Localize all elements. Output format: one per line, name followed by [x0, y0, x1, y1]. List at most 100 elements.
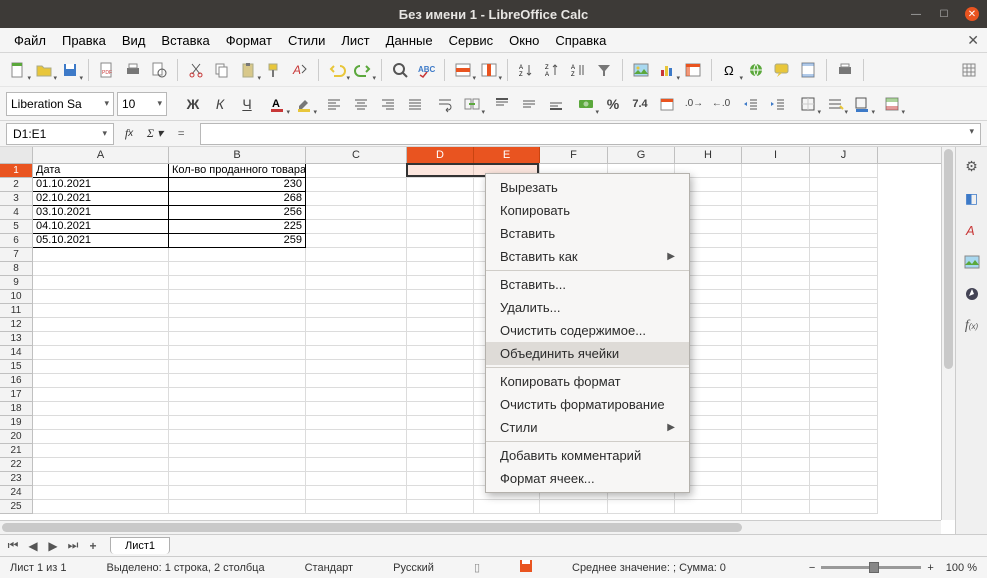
- undo-button[interactable]: [325, 58, 349, 82]
- cell[interactable]: 02.10.2021: [33, 192, 169, 206]
- cell[interactable]: [169, 332, 306, 346]
- cell[interactable]: [169, 458, 306, 472]
- cell[interactable]: 230: [169, 178, 306, 192]
- status-signature-icon[interactable]: ▯: [474, 561, 480, 574]
- context-menu-item[interactable]: Формат ячеек...: [486, 467, 689, 490]
- cell[interactable]: [169, 262, 306, 276]
- cell[interactable]: [742, 430, 810, 444]
- cell[interactable]: [169, 346, 306, 360]
- cell[interactable]: 225: [169, 220, 306, 234]
- expand-icon[interactable]: ▾: [963, 124, 980, 139]
- cell[interactable]: [742, 304, 810, 318]
- cell[interactable]: [407, 290, 474, 304]
- cell[interactable]: [407, 444, 474, 458]
- menu-tools[interactable]: Сервис: [441, 30, 502, 51]
- cell[interactable]: [407, 248, 474, 262]
- cell[interactable]: [810, 178, 878, 192]
- cell[interactable]: [33, 388, 169, 402]
- cell[interactable]: [810, 220, 878, 234]
- cell[interactable]: [306, 248, 407, 262]
- cell[interactable]: [169, 416, 306, 430]
- row-header[interactable]: 25: [0, 500, 32, 514]
- cell[interactable]: [306, 416, 407, 430]
- context-menu-item[interactable]: Вставить как▶: [486, 245, 689, 268]
- status-summary[interactable]: Среднее значение: ; Сумма: 0: [572, 562, 726, 574]
- cell[interactable]: [742, 192, 810, 206]
- cell[interactable]: [407, 402, 474, 416]
- cell[interactable]: [306, 178, 407, 192]
- menu-edit[interactable]: Правка: [54, 30, 114, 51]
- cell[interactable]: [169, 472, 306, 486]
- cell[interactable]: [169, 360, 306, 374]
- cell[interactable]: [306, 374, 407, 388]
- zoom-track[interactable]: [821, 566, 921, 569]
- cell[interactable]: [810, 318, 878, 332]
- spreadsheet-grid[interactable]: ABCDEFGHIJ 12345678910111213141516171819…: [0, 147, 955, 534]
- cell[interactable]: [306, 192, 407, 206]
- sidebar-gallery-icon[interactable]: [961, 251, 983, 273]
- underline-button[interactable]: Ч: [235, 92, 259, 116]
- close-document-icon[interactable]: ✕: [967, 32, 979, 49]
- cell[interactable]: [810, 332, 878, 346]
- clone-formatting-button[interactable]: [262, 58, 286, 82]
- wrap-text-button[interactable]: [433, 92, 457, 116]
- cell[interactable]: [742, 472, 810, 486]
- row-header[interactable]: 24: [0, 486, 32, 500]
- cell[interactable]: [474, 500, 540, 514]
- cell[interactable]: [306, 304, 407, 318]
- menu-data[interactable]: Данные: [378, 30, 441, 51]
- context-menu-item[interactable]: Стили▶: [486, 416, 689, 439]
- sidebar-functions-icon[interactable]: f(x): [961, 315, 983, 337]
- status-save-icon[interactable]: [520, 560, 532, 575]
- increase-indent-button[interactable]: [766, 92, 790, 116]
- row-header[interactable]: 4: [0, 206, 32, 220]
- cell[interactable]: [33, 262, 169, 276]
- open-button[interactable]: [32, 58, 56, 82]
- currency-button[interactable]: [574, 92, 598, 116]
- sidebar-styles-icon[interactable]: A: [961, 219, 983, 241]
- cell[interactable]: [407, 486, 474, 500]
- cell[interactable]: [407, 374, 474, 388]
- cell[interactable]: [407, 346, 474, 360]
- font-name-combo[interactable]: Liberation Sa ▾: [6, 92, 114, 116]
- align-justify-button[interactable]: [403, 92, 427, 116]
- cell[interactable]: [810, 304, 878, 318]
- menu-file[interactable]: Файл: [6, 30, 54, 51]
- cell[interactable]: [306, 444, 407, 458]
- cell[interactable]: [169, 290, 306, 304]
- row-header[interactable]: 19: [0, 416, 32, 430]
- cell[interactable]: [810, 276, 878, 290]
- save-button[interactable]: [58, 58, 82, 82]
- cell[interactable]: [33, 444, 169, 458]
- cell[interactable]: [407, 458, 474, 472]
- cell[interactable]: [810, 472, 878, 486]
- copy-button[interactable]: [210, 58, 234, 82]
- row-header[interactable]: 3: [0, 192, 32, 206]
- row-header[interactable]: 11: [0, 304, 32, 318]
- cell[interactable]: [810, 402, 878, 416]
- tab-next-icon[interactable]: ▶: [44, 539, 62, 553]
- context-menu-item[interactable]: Очистить форматирование: [486, 393, 689, 416]
- insert-pivot-button[interactable]: [681, 58, 705, 82]
- function-wizard-button[interactable]: fx: [118, 124, 140, 144]
- cell[interactable]: [306, 206, 407, 220]
- column-button[interactable]: [477, 58, 501, 82]
- scrollbar-thumb[interactable]: [2, 523, 742, 532]
- select-all-corner[interactable]: [0, 147, 33, 163]
- sidebar-navigator-icon[interactable]: [961, 283, 983, 305]
- tab-first-icon[interactable]: ⏮: [4, 538, 22, 553]
- redo-button[interactable]: [351, 58, 375, 82]
- cell[interactable]: [407, 220, 474, 234]
- context-menu-item[interactable]: Вырезать: [486, 176, 689, 199]
- sidebar-properties-icon[interactable]: ◧: [961, 187, 983, 209]
- formula-input[interactable]: ▾: [200, 123, 981, 145]
- border-color-button[interactable]: [850, 92, 874, 116]
- cell[interactable]: [169, 444, 306, 458]
- cell[interactable]: [742, 388, 810, 402]
- cell[interactable]: [33, 486, 169, 500]
- column-header[interactable]: D: [407, 147, 474, 163]
- row-button[interactable]: [451, 58, 475, 82]
- font-color-button[interactable]: A: [265, 92, 289, 116]
- horizontal-scrollbar[interactable]: [0, 520, 941, 534]
- cell[interactable]: [407, 430, 474, 444]
